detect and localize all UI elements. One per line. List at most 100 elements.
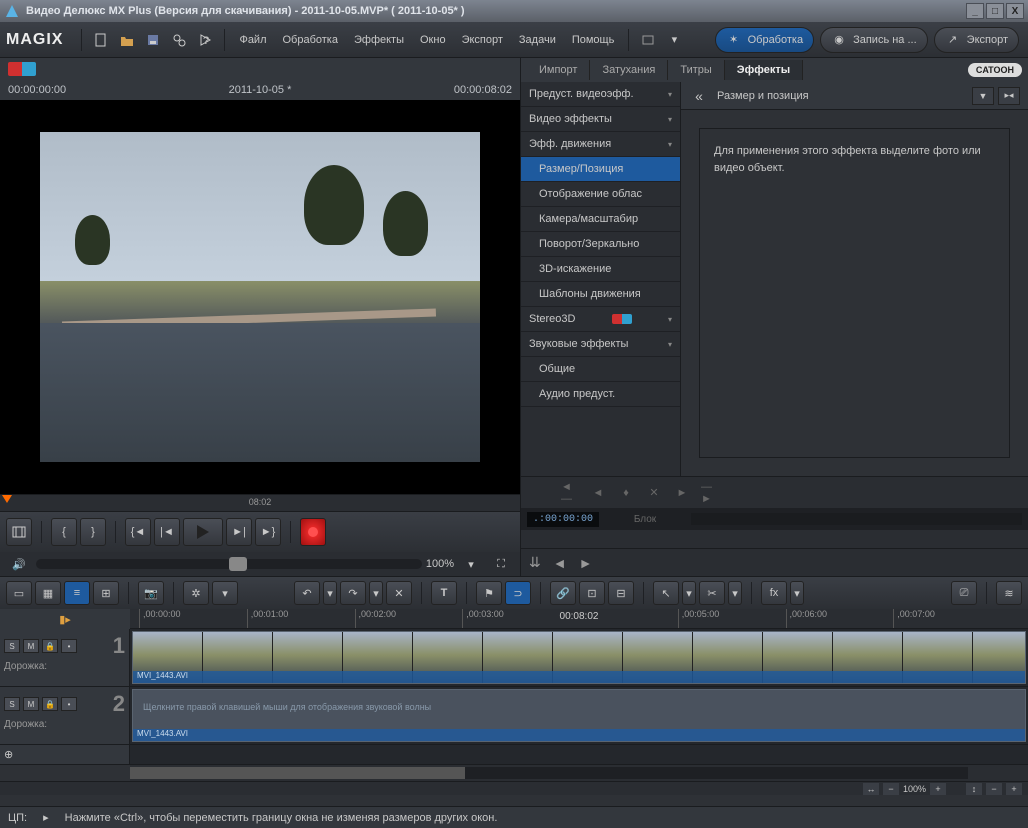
menu-file[interactable]: Файл	[231, 30, 274, 50]
marker-icon[interactable]: ⚑	[476, 581, 502, 605]
film-icon[interactable]	[6, 518, 32, 546]
nav-right-icon[interactable]: ►	[579, 555, 593, 571]
catoon-badge[interactable]: CATOOH	[968, 63, 1022, 77]
chapter-icon[interactable]: ▮▸	[59, 613, 71, 626]
preview-ruler[interactable]: 08:02	[0, 494, 520, 512]
mode-record-button[interactable]: ◉Запись на ...	[820, 27, 928, 53]
back-icon[interactable]: «	[689, 86, 709, 106]
wheel-dropdown-icon[interactable]: ▾	[212, 581, 238, 605]
wheel-icon[interactable]: ✲	[183, 581, 209, 605]
tab-effects[interactable]: Эффекты	[725, 60, 803, 80]
cat-3d-distort[interactable]: 3D-искажение	[521, 257, 680, 282]
open-icon[interactable]	[116, 29, 138, 51]
redo-icon[interactable]: ↷	[340, 581, 366, 605]
cat-stereo3d[interactable]: Stereo3D▾	[521, 307, 680, 332]
maximize-button[interactable]: □	[986, 3, 1004, 19]
zoom-dropdown-icon[interactable]: ▾	[460, 553, 482, 575]
menu-edit[interactable]: Обработка	[275, 30, 346, 50]
tl-vfit-icon[interactable]: ↕	[966, 783, 982, 795]
track-mute-button[interactable]: M	[23, 697, 39, 711]
tl-vzoom-in-icon[interactable]: +	[1006, 783, 1022, 795]
ungroup-icon[interactable]: ⊟	[608, 581, 634, 605]
volume-slider[interactable]	[36, 559, 422, 569]
track-solo-button[interactable]: S	[4, 697, 20, 711]
tl-zoom-out-icon[interactable]: −	[883, 783, 899, 795]
razor-dd-icon[interactable]: ▾	[728, 581, 742, 605]
media-icon[interactable]	[637, 29, 659, 51]
collapse-icon[interactable]: ⇊	[529, 554, 541, 571]
audio-clip[interactable]: Щелкните правой клавишей мыши для отобра…	[132, 689, 1026, 742]
goto-end-button[interactable]: ►}	[255, 518, 281, 546]
menu-window[interactable]: Окно	[412, 30, 454, 50]
cursor-icon[interactable]: ↖	[653, 581, 679, 605]
eff-tool-prev-icon[interactable]: ▸◂	[998, 87, 1020, 105]
track-2-body[interactable]: Щелкните правой клавишей мыши для отобра…	[130, 687, 1028, 744]
menu-effects[interactable]: Эффекты	[346, 30, 412, 50]
track-fx-icon[interactable]: •	[61, 697, 77, 711]
title-icon[interactable]: T	[431, 581, 457, 605]
tl-vzoom-out-icon[interactable]: −	[986, 783, 1002, 795]
cursor-dd-icon[interactable]: ▾	[682, 581, 696, 605]
view-timeline-icon[interactable]: ≡	[64, 581, 90, 605]
menu-export[interactable]: Экспорт	[454, 30, 511, 50]
kf-add-icon[interactable]: ♦	[617, 484, 635, 502]
tl-zoom-in-icon[interactable]: +	[930, 783, 946, 795]
kf-del-icon[interactable]: ✕	[645, 484, 663, 502]
fullscreen-icon[interactable]: ⛶	[490, 553, 512, 575]
mode-export-button[interactable]: ↗Экспорт	[934, 27, 1019, 53]
mark-in-button[interactable]: {	[51, 518, 77, 546]
kf-prev-icon[interactable]: ◄	[589, 484, 607, 502]
undo-icon[interactable]: ↶	[294, 581, 320, 605]
prev-frame-button[interactable]: |◄	[154, 518, 180, 546]
add-track-button[interactable]: ⊕	[4, 748, 24, 761]
cat-section[interactable]: Отображение облас	[521, 182, 680, 207]
cat-camera[interactable]: Камера/масштабир	[521, 207, 680, 232]
timeline-ruler[interactable]: ,00:00:00 ,00:01:00 ,00:02:00 ,00:03:00 …	[130, 609, 1028, 629]
record-button[interactable]	[300, 518, 326, 546]
keyframe-strip[interactable]	[691, 513, 1022, 525]
cat-preset[interactable]: Предуст. видеоэфф.▾	[521, 82, 680, 107]
keyframe-timecode[interactable]: .:00:00:00	[527, 512, 599, 527]
mixer-icon[interactable]: ⎚	[951, 581, 977, 605]
minimize-button[interactable]: _	[966, 3, 984, 19]
tab-import[interactable]: Импорт	[527, 60, 590, 80]
goto-start-button[interactable]: {◄	[125, 518, 151, 546]
snap-icon[interactable]: ⊃	[505, 581, 531, 605]
cat-sound[interactable]: Звуковые эффекты▾	[521, 332, 680, 357]
razor-icon[interactable]: ✂	[699, 581, 725, 605]
cat-video[interactable]: Видео эффекты▾	[521, 107, 680, 132]
fx-icon[interactable]: fx	[761, 581, 787, 605]
close-button[interactable]: X	[1006, 3, 1024, 19]
eff-tool-down-icon[interactable]: ▼	[972, 87, 994, 105]
settings-icon[interactable]	[168, 29, 190, 51]
view-overview-icon[interactable]: ⊞	[93, 581, 119, 605]
keyframe-slider[interactable]	[521, 530, 1028, 548]
cat-rotate[interactable]: Поворот/Зеркально	[521, 232, 680, 257]
dropdown-icon[interactable]: ▾	[663, 29, 685, 51]
timeline-h-scrollbar[interactable]	[130, 767, 968, 779]
delete-icon[interactable]: ✕	[386, 581, 412, 605]
speaker-icon[interactable]: 🔊	[8, 553, 30, 575]
redo-dd-icon[interactable]: ▾	[369, 581, 383, 605]
tab-fades[interactable]: Затухания	[590, 60, 668, 80]
nav-left-icon[interactable]: ◄	[553, 555, 567, 571]
menu-tasks[interactable]: Задачи	[511, 30, 564, 50]
undo-dd-icon[interactable]: ▾	[323, 581, 337, 605]
mastering-icon[interactable]: ≋	[996, 581, 1022, 605]
tab-titles[interactable]: Титры	[668, 60, 724, 80]
track-lock-icon[interactable]: 🔒	[42, 639, 58, 653]
anaglyph-icon[interactable]	[8, 62, 36, 76]
play-button[interactable]	[183, 518, 223, 546]
cat-audio-preset[interactable]: Аудио предуст.	[521, 382, 680, 407]
ruler-marker-in[interactable]	[2, 495, 12, 503]
camera-icon[interactable]: 📷	[138, 581, 164, 605]
group-icon[interactable]: ⊡	[579, 581, 605, 605]
cat-motion[interactable]: Эфф. движения▾	[521, 132, 680, 157]
cat-general[interactable]: Общие	[521, 357, 680, 382]
view-grid-icon[interactable]: ▦	[35, 581, 61, 605]
cat-size-position[interactable]: Размер/Позиция	[521, 157, 680, 182]
tl-fit-icon[interactable]: ↔	[863, 783, 879, 795]
track-1-body[interactable]: MVI_1443.AVI	[130, 629, 1028, 686]
mode-edit-button[interactable]: ✶Обработка	[715, 27, 814, 53]
cat-motion-templates[interactable]: Шаблоны движения	[521, 282, 680, 307]
